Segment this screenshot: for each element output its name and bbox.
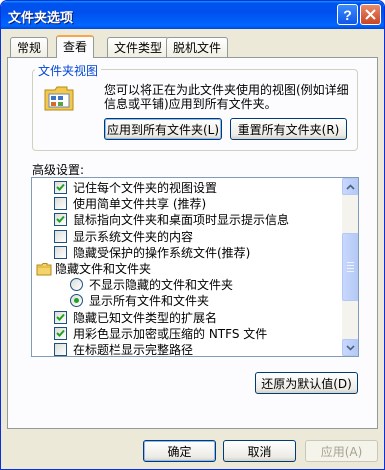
- setting-checkbox[interactable]: [54, 213, 67, 227]
- scroll-down-button[interactable]: [342, 339, 358, 356]
- chevron-up-icon: [346, 183, 355, 190]
- reset-all-folders-button[interactable]: 重置所有文件夹(R): [230, 118, 347, 140]
- setting-row[interactable]: 不显示隐藏的文件和文件夹: [32, 277, 340, 293]
- setting-label: 使用简单文件共享 (推荐): [73, 197, 207, 212]
- setting-row[interactable]: 用彩色显示加密或压缩的 NTFS 文件: [32, 326, 340, 342]
- setting-row[interactable]: 使用简单文件共享 (推荐): [32, 196, 340, 212]
- setting-checkbox[interactable]: [54, 326, 67, 340]
- setting-checkbox[interactable]: [54, 229, 67, 243]
- ok-button[interactable]: 确定: [143, 440, 216, 462]
- setting-label: 在标题栏显示完整路径: [73, 343, 194, 357]
- setting-label: 隐藏已知文件类型的扩展名: [73, 310, 218, 325]
- title-bar[interactable]: 文件夹选项 ?: [1, 1, 384, 29]
- close-icon: [365, 9, 376, 20]
- setting-checkbox[interactable]: [54, 197, 67, 211]
- advanced-settings-list[interactable]: 记住每个文件夹的视图设置 使用简单文件共享 (推荐) 鼠标指向文件夹和桌面项时显示提…: [31, 177, 359, 357]
- restore-defaults-button[interactable]: 还原为默认值(D): [255, 372, 358, 394]
- setting-checkbox[interactable]: [54, 310, 67, 324]
- folder-views-group-title: 文件夹视图: [35, 62, 102, 79]
- setting-label: 用彩色显示加密或压缩的 NTFS 文件: [73, 326, 268, 341]
- description-line-2: 信息或平铺)应用到所有文件夹。: [104, 97, 277, 111]
- setting-label: 记住每个文件夹的视图设置: [73, 181, 218, 195]
- setting-row[interactable]: 隐藏已知文件类型的扩展名: [32, 310, 340, 326]
- radio-dot-icon: [74, 298, 79, 304]
- apply-button[interactable]: 应用(A): [305, 440, 378, 462]
- setting-row[interactable]: 显示所有文件和文件夹: [32, 293, 340, 309]
- setting-row[interactable]: 在标题栏显示完整路径: [32, 342, 340, 357]
- tab-general[interactable]: 常规: [10, 37, 49, 57]
- description-line-1: 您可以将正在为此文件夹使用的视图(例如详细: [104, 83, 349, 97]
- folder-views-description: 您可以将正在为此文件夹使用的视图(例如详细 信息或平铺)应用到所有文件夹。: [104, 83, 349, 111]
- tab-offline-files[interactable]: 脱机文件: [166, 37, 229, 57]
- help-button[interactable]: ?: [337, 4, 358, 25]
- setting-radio[interactable]: [70, 278, 83, 292]
- setting-row[interactable]: 隐藏文件和文件夹: [32, 261, 340, 277]
- apply-to-all-folders-button[interactable]: 应用到所有文件夹(L): [104, 118, 222, 140]
- setting-label: 隐藏文件和文件夹: [55, 262, 152, 276]
- setting-checkbox[interactable]: [54, 181, 67, 194]
- setting-row[interactable]: 记住每个文件夹的视图设置: [32, 180, 340, 196]
- folder-icon: [36, 263, 52, 276]
- chevron-down-icon: [346, 344, 355, 351]
- check-icon: [56, 183, 65, 191]
- setting-row[interactable]: 隐藏受保护的操作系统文件(推荐): [32, 245, 340, 261]
- setting-label: 鼠标指向文件夹和桌面项时显示提示信息: [73, 213, 290, 228]
- cancel-button[interactable]: 取消: [223, 440, 296, 462]
- check-icon: [56, 313, 65, 321]
- vertical-scrollbar[interactable]: [342, 178, 358, 356]
- tab-file-types[interactable]: 文件类型: [107, 37, 170, 57]
- help-icon: ?: [343, 6, 352, 23]
- check-icon: [56, 216, 65, 224]
- setting-label: 隐藏受保护的操作系统文件(推荐): [73, 245, 251, 260]
- setting-radio[interactable]: [70, 294, 83, 308]
- close-button[interactable]: [360, 4, 381, 25]
- setting-checkbox[interactable]: [54, 245, 67, 259]
- setting-checkbox[interactable]: [54, 343, 67, 356]
- check-icon: [56, 329, 65, 337]
- window-title: 文件夹选项: [8, 11, 74, 26]
- folder-options-dialog: 文件夹选项 ? 常规 查看 文件类型 脱机文件 文件夹视图 您可以将正在为此文件…: [0, 0, 385, 470]
- scroll-up-button[interactable]: [342, 178, 358, 195]
- setting-row[interactable]: 显示系统文件夹的内容: [32, 229, 340, 245]
- setting-label: 显示系统文件夹的内容: [73, 229, 194, 244]
- advanced-settings-label: 高级设置:: [32, 163, 85, 177]
- tab-view[interactable]: 查看: [56, 35, 95, 58]
- scroll-thumb[interactable]: [342, 233, 358, 301]
- setting-row[interactable]: 鼠标指向文件夹和桌面项时显示提示信息: [32, 212, 340, 228]
- setting-label: 显示所有文件和文件夹: [89, 294, 210, 309]
- folder-view-icon: [44, 86, 74, 111]
- setting-label: 不显示隐藏的文件和文件夹: [89, 278, 234, 293]
